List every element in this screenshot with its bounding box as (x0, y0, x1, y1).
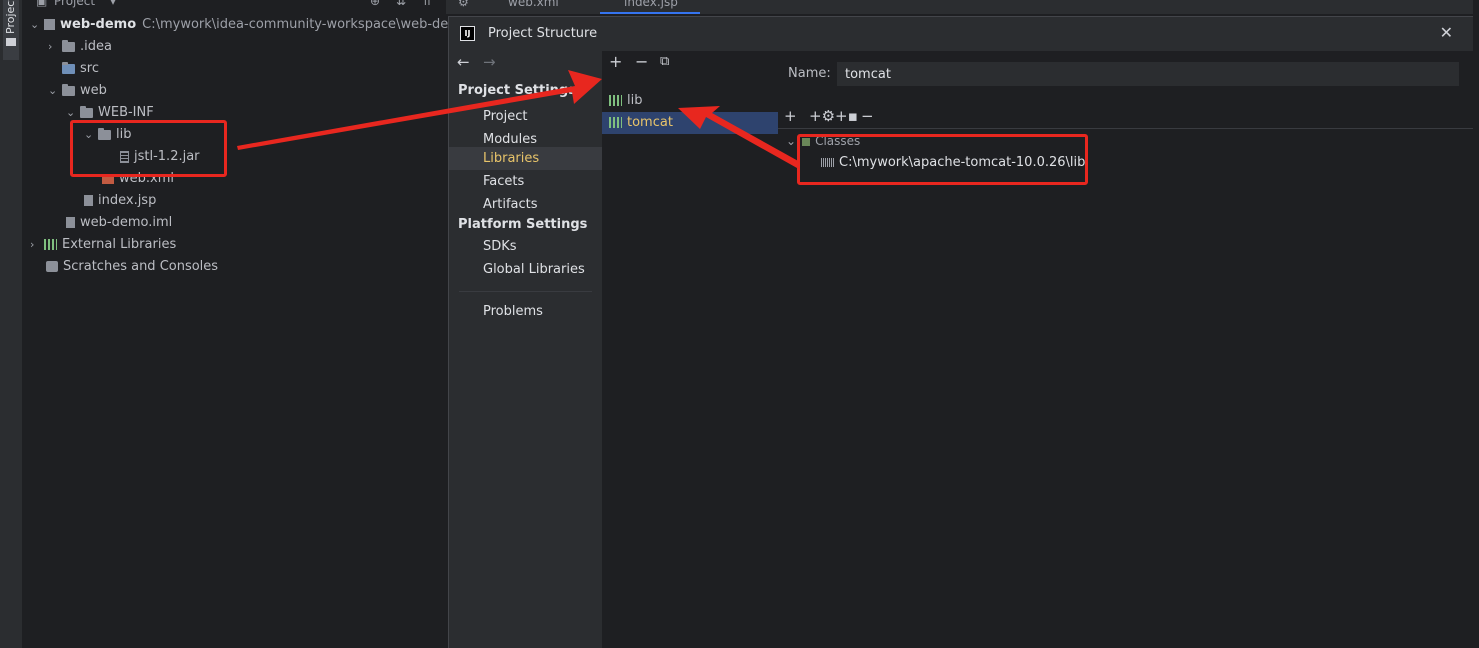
annotation-arrows (237, 70, 800, 168)
arrow-to-lib (237, 70, 602, 150)
arrow-to-tomcat (678, 106, 800, 168)
